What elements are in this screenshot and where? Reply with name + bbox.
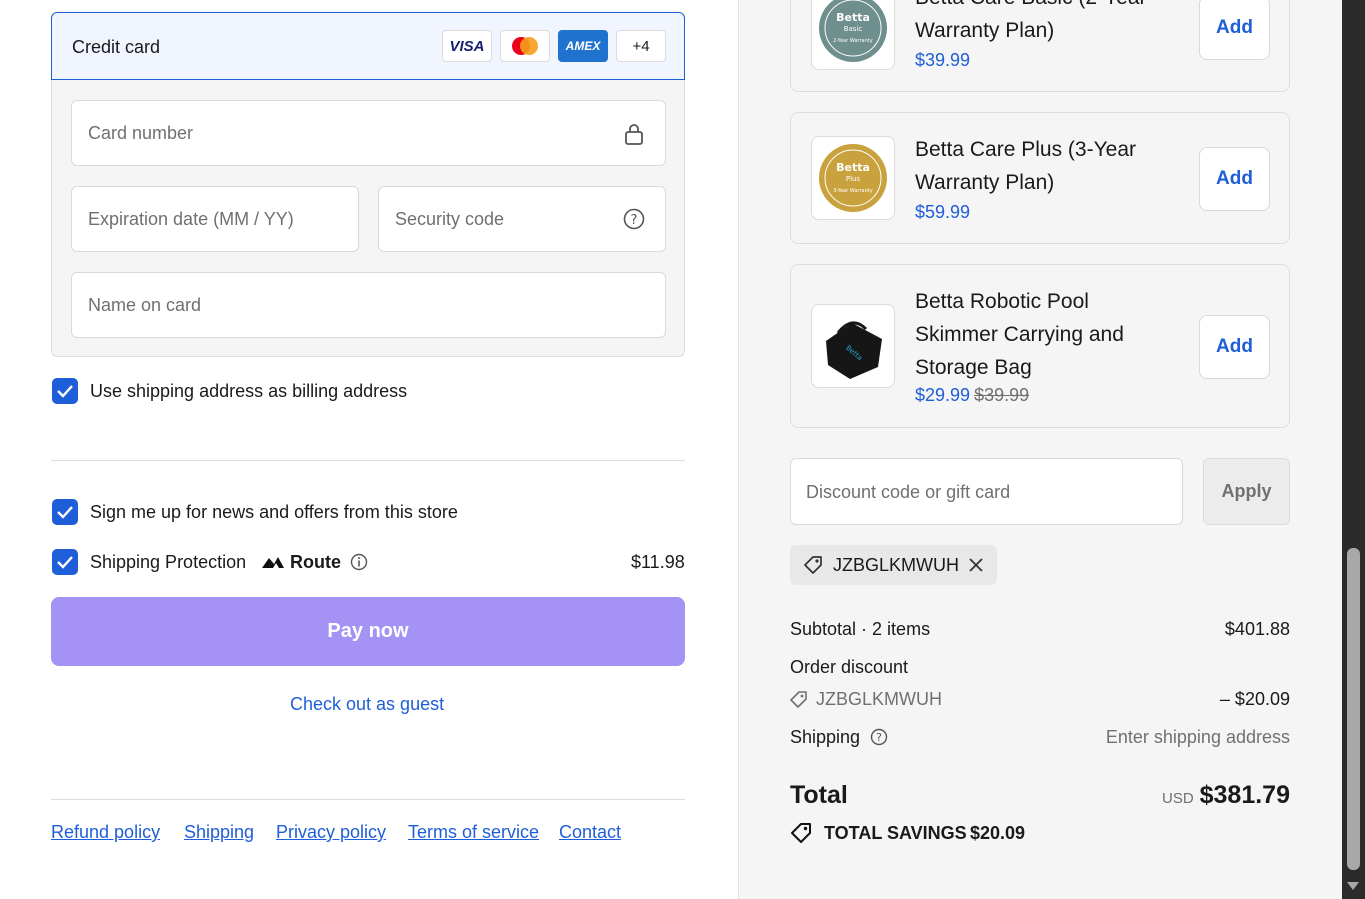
help-icon[interactable]: ? xyxy=(623,208,645,230)
billing-checkbox-label: Use shipping address as billing address xyxy=(90,381,408,401)
visa-icon: VISA xyxy=(442,30,492,62)
product-name: Betta Care Basic (2-Year Warranty Plan) xyxy=(915,0,1147,42)
discount-placeholder: Discount code or gift card xyxy=(806,482,1011,502)
checkmark-icon xyxy=(57,385,73,398)
savings-tag-icon xyxy=(791,823,811,843)
terms-of-service-link[interactable]: Terms of service xyxy=(408,822,539,843)
svg-text:Plus: Plus xyxy=(846,175,861,183)
svg-text:Basic: Basic xyxy=(844,25,863,33)
privacy-policy-link[interactable]: Privacy policy xyxy=(276,822,386,843)
product-price: $59.99 xyxy=(915,202,971,222)
more-brands-badge: +4 xyxy=(616,30,666,62)
credit-card-header[interactable]: Credit card VISA AMEX +4 xyxy=(51,12,685,80)
name-on-card-field[interactable]: Name on card xyxy=(71,272,666,338)
expiration-date-field[interactable]: Expiration date (MM / YY) xyxy=(71,186,359,252)
shipping-policy-link[interactable]: Shipping xyxy=(184,822,254,843)
tag-icon xyxy=(804,556,822,574)
product-thumbnail: Betta Basic 2-Year Warranty xyxy=(811,0,895,70)
checkmark-icon xyxy=(57,556,73,569)
tag-icon xyxy=(790,691,807,708)
svg-text:?: ? xyxy=(631,213,638,228)
discount-code-text: JZBGLKMWUH xyxy=(833,555,959,575)
subtotal-value: $401.88 xyxy=(1224,619,1290,639)
contact-link[interactable]: Contact xyxy=(559,822,621,843)
total-label: Total xyxy=(790,781,848,809)
shipping-label: Shipping xyxy=(790,727,861,747)
newsletter-checkbox[interactable] xyxy=(52,499,78,525)
apply-discount-button[interactable]: Apply xyxy=(1203,458,1290,525)
card-number-field[interactable]: Card number xyxy=(71,100,666,166)
scroll-down-arrow-icon[interactable] xyxy=(1346,880,1360,892)
newsletter-label: Sign me up for news and offers from this… xyxy=(90,502,458,522)
refund-policy-link[interactable]: Refund policy xyxy=(51,822,160,843)
product-thumbnail: Betta Plus 3-Year Warranty xyxy=(811,136,895,220)
shipping-protection-price: $11.98 xyxy=(631,552,685,572)
guest-checkout-link[interactable]: Check out as guest xyxy=(290,694,444,715)
discount-code-summary: JZBGLKMWUH xyxy=(816,689,942,709)
add-upsell-button[interactable]: Add xyxy=(1199,315,1270,379)
route-logo-icon xyxy=(262,557,284,568)
order-discount-label: Order discount xyxy=(790,657,909,677)
divider xyxy=(51,460,685,461)
shipping-protection-checkbox[interactable] xyxy=(52,549,78,575)
pay-now-button[interactable]: Pay now xyxy=(51,597,685,666)
mastercard-icon xyxy=(500,30,550,62)
product-price: $39.99 xyxy=(915,50,971,70)
payment-method-label: Credit card xyxy=(72,37,161,57)
credit-card-form: Card number Expiration date (MM / YY) Se… xyxy=(51,80,685,357)
shipping-value: Enter shipping address xyxy=(1105,727,1290,747)
info-icon[interactable] xyxy=(350,553,368,571)
discount-code-input[interactable]: Discount code or gift card xyxy=(790,458,1183,525)
warranty-badge-icon: Betta Basic 2-Year Warranty xyxy=(819,0,887,62)
compare-at-price: $39.99 xyxy=(974,385,1030,405)
name-placeholder: Name on card xyxy=(88,295,202,315)
billing-checkbox[interactable] xyxy=(52,378,78,404)
route-brand: Route xyxy=(290,552,341,572)
shipping-protection-label: Shipping Protection xyxy=(90,552,247,572)
card-number-placeholder: Card number xyxy=(88,123,194,143)
applied-discount-chip: JZBGLKMWUH xyxy=(790,545,997,585)
svg-text:Betta: Betta xyxy=(836,11,870,24)
svg-text:?: ? xyxy=(876,731,882,744)
product-thumbnail: Betta xyxy=(811,304,895,388)
product-name: Betta Robotic Pool Skimmer Carrying and … xyxy=(915,290,1124,379)
scrollbar-thumb[interactable] xyxy=(1347,548,1360,870)
warranty-badge-icon: Betta Plus 3-Year Warranty xyxy=(819,144,887,212)
product-price: $29.99 $39.99 xyxy=(915,385,1030,405)
security-placeholder: Security code xyxy=(395,209,505,229)
footer-divider xyxy=(51,799,685,800)
expiration-placeholder: Expiration date (MM / YY) xyxy=(88,209,294,229)
storage-bag-icon: Betta xyxy=(826,321,882,379)
discount-value: – $20.09 xyxy=(1219,689,1290,709)
help-icon[interactable]: ? xyxy=(870,728,888,746)
svg-text:2-Year Warranty: 2-Year Warranty xyxy=(833,38,872,44)
currency-code: USD xyxy=(1162,790,1194,807)
svg-text:Betta: Betta xyxy=(836,161,870,174)
upsell-card: Betta Plus 3-Year Warranty Betta Care Pl… xyxy=(790,112,1290,244)
total-savings-value: $20.09 xyxy=(970,823,1026,843)
product-name: Betta Care Plus (3-Year Warranty Plan) xyxy=(915,138,1137,194)
lock-icon xyxy=(625,124,643,145)
amex-icon: AMEX xyxy=(558,30,608,62)
total-savings-label: TOTAL SAVINGS xyxy=(824,823,967,843)
total-value: $381.79 xyxy=(1199,781,1290,809)
add-upsell-button[interactable]: Add xyxy=(1199,0,1270,60)
security-code-field[interactable]: Security code ? xyxy=(378,186,666,252)
checkmark-icon xyxy=(57,506,73,519)
close-icon[interactable] xyxy=(968,557,984,573)
add-upsell-button[interactable]: Add xyxy=(1199,147,1270,211)
upsell-card: Betta Betta Robotic Pool Skimmer Carryin… xyxy=(790,264,1290,428)
upsell-card: Betta Basic 2-Year Warranty Betta Care B… xyxy=(790,0,1290,92)
subtotal-label: Subtotal · 2 items xyxy=(790,619,931,639)
svg-text:3-Year Warranty: 3-Year Warranty xyxy=(833,188,872,194)
